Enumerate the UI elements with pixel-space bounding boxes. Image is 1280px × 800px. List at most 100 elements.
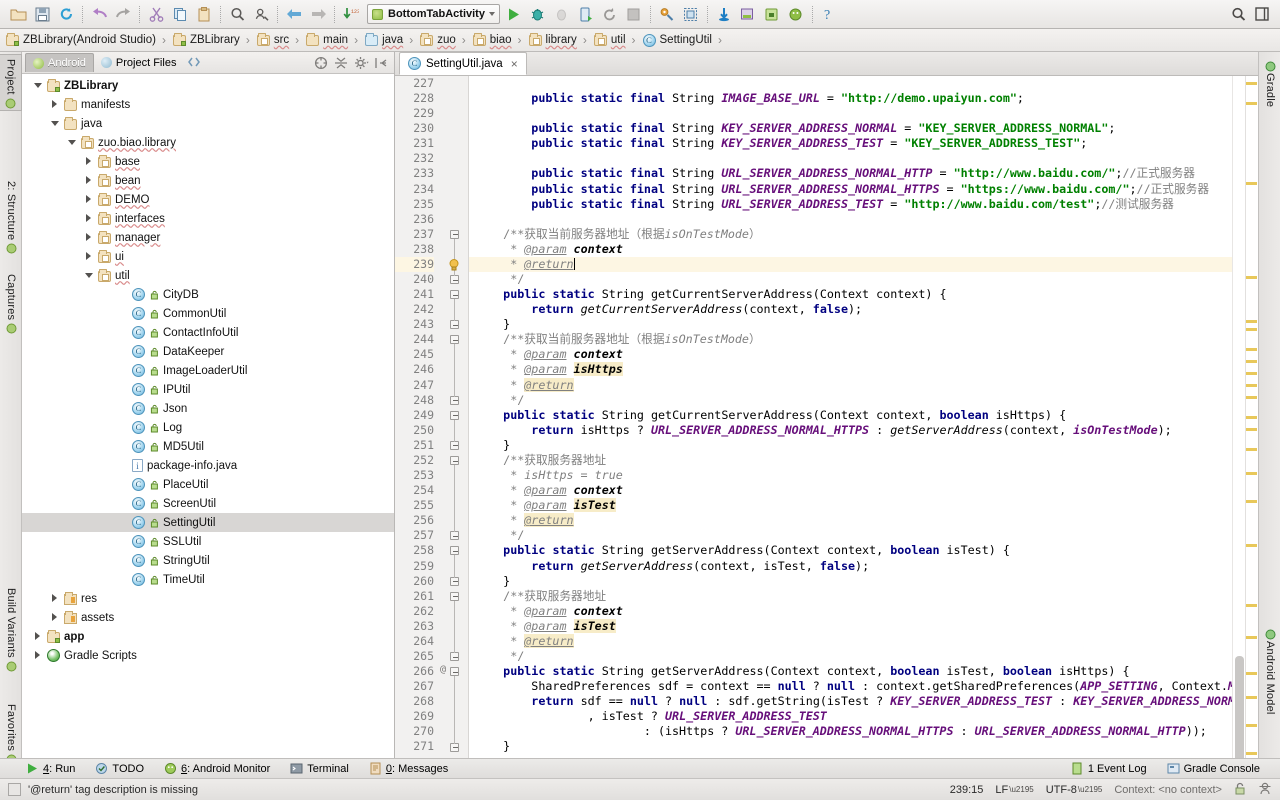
close-icon[interactable]: × bbox=[511, 57, 518, 71]
fold-gutter[interactable]: @ bbox=[439, 76, 469, 758]
code-line[interactable]: * @param context bbox=[469, 604, 1232, 619]
warning-stripe-marker[interactable] bbox=[1246, 82, 1257, 85]
tree-node[interactable]: C ImageLoaderUtil bbox=[22, 361, 394, 380]
attach-debugger-icon[interactable] bbox=[551, 3, 573, 25]
tool-window-button-gradle-console[interactable]: Gradle Console bbox=[1167, 762, 1260, 775]
fold-end-icon[interactable] bbox=[450, 652, 459, 662]
warning-stripe-marker[interactable] bbox=[1246, 696, 1257, 699]
code-line[interactable] bbox=[469, 76, 1232, 91]
warning-stripe-marker[interactable] bbox=[1246, 636, 1257, 639]
code-line[interactable]: * @param isTest bbox=[469, 498, 1232, 513]
redo-icon[interactable] bbox=[112, 3, 134, 25]
fold-collapse-icon[interactable] bbox=[450, 591, 459, 601]
tree-node[interactable]: C CityDB bbox=[22, 285, 394, 304]
chevron-down-icon[interactable] bbox=[51, 119, 60, 128]
breadcrumb-item-library[interactable]: library › bbox=[528, 29, 594, 52]
settings-gear-icon[interactable] bbox=[354, 56, 369, 70]
project-view-tab-android[interactable]: Android bbox=[25, 53, 94, 72]
fold-end-icon[interactable] bbox=[450, 576, 459, 586]
avd-manager-icon[interactable] bbox=[680, 3, 702, 25]
chevron-down-icon[interactable] bbox=[85, 271, 94, 280]
code-line[interactable]: /**获取当前服务器地址（根据isOnTestMode） bbox=[469, 227, 1232, 242]
tree-node[interactable]: app bbox=[22, 627, 394, 646]
breadcrumb-item-zblibrary[interactable]: ZBLibrary › bbox=[172, 29, 257, 52]
tree-node[interactable]: C TimeUtil bbox=[22, 570, 394, 589]
tree-node[interactable]: base bbox=[22, 152, 394, 171]
fold-collapse-icon[interactable] bbox=[450, 546, 459, 556]
caret-position[interactable]: 239:15 bbox=[950, 784, 984, 796]
warning-stripe-marker[interactable] bbox=[1246, 544, 1257, 547]
tree-node[interactable]: zuo.biao.library bbox=[22, 133, 394, 152]
paste-icon[interactable] bbox=[193, 3, 215, 25]
collapse-all-icon[interactable] bbox=[334, 56, 348, 70]
code-line[interactable]: } bbox=[469, 317, 1232, 332]
tree-node[interactable]: C IPUtil bbox=[22, 380, 394, 399]
intention-bulb-icon[interactable] bbox=[447, 258, 461, 272]
breadcrumb-item-main[interactable]: main › bbox=[306, 29, 365, 52]
tool-window-button-todo[interactable]: TODO bbox=[95, 762, 144, 775]
run-device-icon[interactable] bbox=[575, 3, 597, 25]
chevron-right-icon[interactable] bbox=[51, 613, 60, 622]
code-line[interactable]: * @return bbox=[469, 513, 1232, 528]
warning-stripe-marker[interactable] bbox=[1246, 372, 1257, 375]
chevron-right-icon[interactable] bbox=[34, 632, 43, 641]
warning-stripe-marker[interactable] bbox=[1246, 724, 1257, 727]
chevron-right-icon[interactable] bbox=[85, 195, 94, 204]
error-stripe[interactable] bbox=[1245, 76, 1258, 785]
fold-collapse-icon[interactable] bbox=[450, 456, 459, 465]
tool-window-button-2-structure[interactable]: 2: Structure bbox=[0, 177, 22, 255]
code-line[interactable]: * @param context bbox=[469, 347, 1232, 362]
code-line[interactable]: */ bbox=[469, 649, 1232, 664]
replace-icon[interactable] bbox=[250, 3, 272, 25]
code-line[interactable]: public static final String URL_SERVER_AD… bbox=[469, 182, 1232, 197]
tool-window-button-build-variants[interactable]: Build Variants bbox=[0, 584, 22, 673]
tree-node[interactable]: res bbox=[22, 589, 394, 608]
tool-window-button-terminal[interactable]: Terminal bbox=[290, 762, 349, 775]
warning-stripe-marker[interactable] bbox=[1246, 384, 1257, 387]
tree-node[interactable]: DEMO bbox=[22, 190, 394, 209]
code-line[interactable]: public static final String KEY_SERVER_AD… bbox=[469, 136, 1232, 151]
code-line[interactable] bbox=[469, 106, 1232, 121]
code-line[interactable]: * @param isTest bbox=[469, 618, 1232, 634]
warning-stripe-marker[interactable] bbox=[1246, 448, 1257, 451]
code-line[interactable]: public static final String IMAGE_BASE_UR… bbox=[469, 91, 1232, 106]
breadcrumb-item-settingutil[interactable]: C SettingUtil › bbox=[642, 29, 729, 52]
tree-node[interactable]: package-info.java bbox=[22, 456, 394, 475]
fold-end-icon[interactable] bbox=[450, 440, 459, 450]
fold-end-icon[interactable] bbox=[450, 320, 459, 330]
stop-icon[interactable] bbox=[623, 3, 645, 25]
android-icon[interactable] bbox=[785, 3, 807, 25]
hide-panel-icon[interactable] bbox=[374, 56, 388, 70]
tree-node[interactable]: C SSLUtil bbox=[22, 532, 394, 551]
tool-window-button-captures[interactable]: Captures bbox=[0, 270, 22, 335]
code-line[interactable]: : (isHttps ? URL_SERVER_ADDRESS_NORMAL_H… bbox=[469, 724, 1232, 739]
chevron-right-icon[interactable] bbox=[85, 214, 94, 223]
editor-scrollbar[interactable] bbox=[1232, 76, 1245, 774]
code-line[interactable]: * @return bbox=[469, 256, 1232, 273]
code-line[interactable]: * @return bbox=[469, 377, 1232, 393]
warning-stripe-marker[interactable] bbox=[1246, 102, 1257, 105]
code-line[interactable]: } bbox=[469, 739, 1232, 754]
fold-collapse-icon[interactable] bbox=[450, 667, 459, 677]
tree-node[interactable]: bean bbox=[22, 171, 394, 190]
tool-window-button-6-android-monitor[interactable]: 6: Android Monitor bbox=[164, 762, 270, 775]
undo-icon[interactable] bbox=[88, 3, 110, 25]
chevron-right-icon[interactable] bbox=[85, 157, 94, 166]
code-line[interactable]: public static final String URL_SERVER_AD… bbox=[469, 197, 1232, 212]
tree-node[interactable]: C MD5Util bbox=[22, 437, 394, 456]
chevron-right-icon[interactable] bbox=[51, 594, 60, 603]
debug-icon[interactable] bbox=[527, 3, 549, 25]
save-all-icon[interactable] bbox=[31, 3, 53, 25]
run-icon[interactable] bbox=[503, 3, 525, 25]
line-separator[interactable]: LF\u2195 bbox=[995, 784, 1033, 796]
tool-window-button-project[interactable]: Project bbox=[0, 54, 22, 111]
copy-icon[interactable] bbox=[169, 3, 191, 25]
tree-node[interactable]: ui bbox=[22, 247, 394, 266]
tool-window-button-4-run[interactable]: 4: Run bbox=[26, 762, 75, 775]
tree-node[interactable]: assets bbox=[22, 608, 394, 627]
code-line[interactable]: public static final String URL_SERVER_AD… bbox=[469, 166, 1232, 181]
tree-node[interactable]: C Log bbox=[22, 418, 394, 437]
code-line[interactable] bbox=[469, 212, 1232, 227]
tree-node[interactable]: C DataKeeper bbox=[22, 342, 394, 361]
encoding[interactable]: UTF-8\u2195 bbox=[1046, 784, 1103, 796]
